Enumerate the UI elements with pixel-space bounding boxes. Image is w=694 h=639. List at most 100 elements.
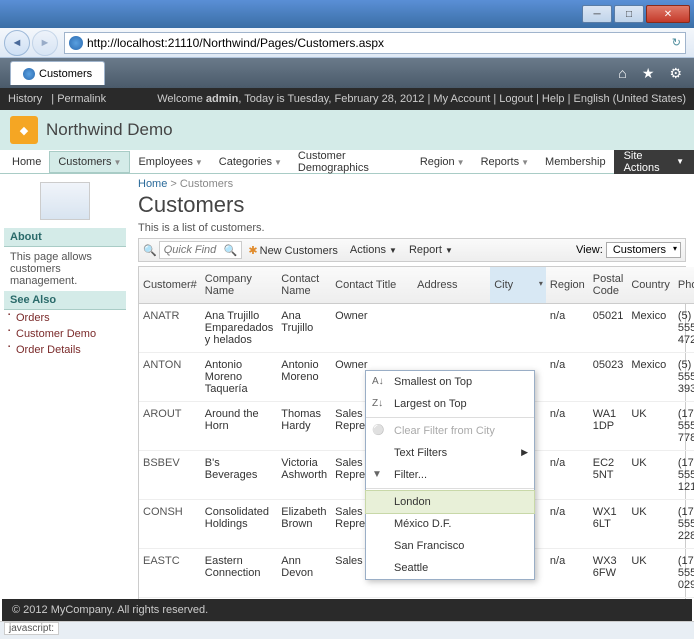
- cell-contact: Elizabeth Brown: [277, 500, 331, 549]
- history-link[interactable]: History: [8, 93, 42, 105]
- filter-value-mexico-df[interactable]: México D.F.: [366, 513, 534, 535]
- url-input[interactable]: [87, 36, 672, 50]
- actions-button[interactable]: Actions ▼: [344, 242, 403, 258]
- clear-filter[interactable]: ⚪Clear Filter from City: [366, 420, 534, 442]
- col-phone[interactable]: Phone: [674, 267, 694, 304]
- col-contact-title[interactable]: Contact Title: [331, 267, 413, 304]
- favorites-icon[interactable]: ★: [642, 65, 655, 81]
- col-region[interactable]: Region: [546, 267, 589, 304]
- sidebar: About This page allows customers managem…: [0, 174, 130, 604]
- app-header: ◆ Northwind Demo: [0, 110, 694, 150]
- sort-largest[interactable]: Z↓Largest on Top: [366, 393, 534, 415]
- content-area: Home > Customers Customers This is a lis…: [130, 174, 694, 604]
- menu-customers[interactable]: Customers▼: [49, 151, 130, 173]
- sort-desc-icon: Z↓: [372, 398, 383, 409]
- cell-country: UK: [627, 549, 674, 598]
- page-icon: [23, 68, 35, 80]
- cell-country: UK: [627, 451, 674, 500]
- menu-membership[interactable]: Membership: [537, 152, 614, 172]
- sidebar-about-text: This page allows customers management.: [4, 247, 126, 291]
- filter-value-seattle[interactable]: Seattle: [366, 557, 534, 579]
- filter-value-london[interactable]: London: [365, 490, 535, 514]
- my-account-link[interactable]: My Account: [433, 93, 490, 105]
- cell-postal: 05021: [589, 304, 628, 353]
- filter-value-san-francisco[interactable]: San Francisco: [366, 535, 534, 557]
- cell-phone: (171) 555-1212: [674, 451, 694, 500]
- language-link[interactable]: English (United States): [574, 93, 687, 105]
- sidebar-link-orders[interactable]: Orders: [4, 310, 126, 326]
- col-postal[interactable]: Postal Code: [589, 267, 628, 304]
- cell-title: Owner: [331, 304, 413, 353]
- sort-smallest[interactable]: A↓Smallest on Top: [366, 371, 534, 393]
- help-link[interactable]: Help: [542, 93, 565, 105]
- url-bar[interactable]: ↻: [64, 32, 686, 54]
- cell-region: n/a: [546, 402, 589, 451]
- menu-categories[interactable]: Categories▼: [211, 152, 290, 172]
- home-icon[interactable]: ⌂: [618, 65, 626, 81]
- tools-icon[interactable]: ⚙: [669, 65, 682, 81]
- col-country[interactable]: Country: [627, 267, 674, 304]
- new-icon: ✱: [248, 245, 257, 257]
- cell-contact: Ana Trujillo: [277, 304, 331, 353]
- cell-company: Antonio Moreno Taquería: [201, 353, 277, 402]
- col-city[interactable]: City: [490, 267, 546, 304]
- sidebar-image: [40, 182, 90, 220]
- menu-home[interactable]: Home: [4, 152, 49, 172]
- cell-contact: Antonio Moreno: [277, 353, 331, 402]
- menu-employees[interactable]: Employees▼: [130, 152, 210, 172]
- cell-company: Consolidated Holdings: [201, 500, 277, 549]
- welcome-text: Welcome: [157, 93, 206, 105]
- cell-region: n/a: [546, 451, 589, 500]
- col-company[interactable]: Company Name: [201, 267, 277, 304]
- ie-icon: [69, 36, 83, 50]
- cell-postal: 05023: [589, 353, 628, 402]
- breadcrumb-home[interactable]: Home: [138, 178, 167, 190]
- app-topbar: History | Permalink Welcome admin, Today…: [0, 88, 694, 110]
- permalink-link[interactable]: Permalink: [57, 93, 106, 105]
- cell-region: n/a: [546, 304, 589, 353]
- col-customer-no[interactable]: Customer#: [139, 267, 201, 304]
- browser-tool-icons: ⌂ ★ ⚙: [612, 65, 688, 82]
- maximize-button[interactable]: □: [614, 5, 644, 23]
- window-titlebar: ─ □ ✕: [0, 0, 694, 28]
- app-name: Northwind Demo: [46, 120, 173, 140]
- filter-custom[interactable]: ▼Filter...: [366, 464, 534, 486]
- site-actions-button[interactable]: Site Actions ▼: [614, 150, 694, 174]
- text-filters[interactable]: Text Filters▶: [366, 442, 534, 464]
- menu-region[interactable]: Region▼: [412, 152, 473, 172]
- quick-find-input[interactable]: [164, 244, 224, 256]
- new-customers-button[interactable]: ✱New Customers: [242, 242, 343, 259]
- cell-postal: WA1 1DP: [589, 402, 628, 451]
- cell-phone: (171) 555-7788: [674, 402, 694, 451]
- app-footer: © 2012 MyCompany. All rights reserved.: [2, 599, 692, 621]
- quick-find-search-icon[interactable]: 🔍: [224, 244, 238, 257]
- app-logo-icon: ◆: [10, 116, 38, 144]
- view-selector[interactable]: Customers: [606, 242, 681, 258]
- page-description: This is a list of customers.: [138, 222, 686, 234]
- menu-reports[interactable]: Reports▼: [473, 152, 537, 172]
- clear-filter-icon: ⚪: [372, 425, 384, 436]
- cell-country: UK: [627, 500, 674, 549]
- close-button[interactable]: ✕: [646, 5, 690, 23]
- sidebar-link-customer-demo[interactable]: Customer Demo: [4, 326, 126, 342]
- col-address[interactable]: Address: [413, 267, 490, 304]
- back-button[interactable]: ◄: [4, 30, 30, 56]
- forward-button[interactable]: ►: [32, 30, 58, 56]
- report-button[interactable]: Report ▼: [403, 242, 459, 258]
- refresh-icon[interactable]: ↻: [672, 36, 681, 49]
- cell-city: [490, 304, 546, 353]
- minimize-button[interactable]: ─: [582, 5, 612, 23]
- sidebar-link-order-details[interactable]: Order Details: [4, 342, 126, 358]
- browser-tab[interactable]: Customers: [10, 61, 105, 85]
- col-contact-name[interactable]: Contact Name: [277, 267, 331, 304]
- city-filter-dropdown: A↓Smallest on Top Z↓Largest on Top ⚪Clea…: [365, 370, 535, 580]
- table-row[interactable]: ANATRAna Trujillo Emparedados y heladosA…: [139, 304, 694, 353]
- quick-find[interactable]: 🔍: [159, 241, 243, 259]
- welcome-date: , Today is Tuesday, February 28, 2012: [238, 93, 424, 105]
- menu-customer-demographics[interactable]: Customer Demographics: [290, 146, 412, 178]
- breadcrumb: Home > Customers: [138, 178, 686, 190]
- cell-region: n/a: [546, 500, 589, 549]
- cell-company: Ana Trujillo Emparedados y helados: [201, 304, 277, 353]
- view-label: View:: [576, 244, 603, 256]
- logout-link[interactable]: Logout: [499, 93, 533, 105]
